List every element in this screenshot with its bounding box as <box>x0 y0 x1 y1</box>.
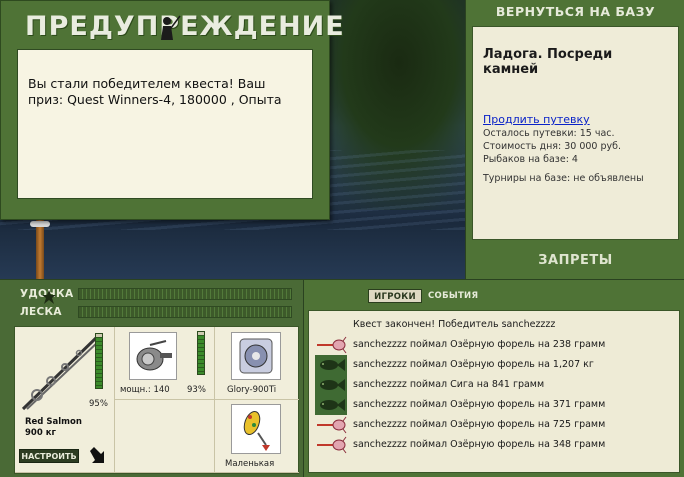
star-icon <box>42 290 56 304</box>
event-row: sanchezzzz поймал Озёрную форель на 725 … <box>309 415 679 435</box>
base-panel: ВЕРНУТЬСЯ НА БАЗУ Ладога. Посреди камней… <box>465 0 684 279</box>
anglers-count: Рыбаков на базе: 4 <box>483 154 578 165</box>
event-row: sanchezzzz поймал Озёрную форель на 1,20… <box>309 355 679 375</box>
reel-power: мощн.: 140 <box>120 385 170 395</box>
line-meter-label: ЛЕСКА <box>20 306 62 318</box>
gear-panel: УДОЧКА ЛЕСКА 95% Red Salmon 900 кг НАСТР… <box>0 279 303 477</box>
line-thumbnail <box>231 332 281 380</box>
reel-durability-percent: 93% <box>187 385 206 395</box>
fisherman-icon <box>161 15 181 40</box>
lure-icon <box>315 415 347 435</box>
warning-dialog: ПРЕДУПРЕЖДЕНИЕ Вы стали победителем квес… <box>0 0 344 220</box>
rod-tension-meter: УДОЧКА <box>0 286 303 304</box>
rod-in-scene <box>30 215 50 279</box>
event-log: Квест закончен! Победитель sanchezzzz san… <box>308 310 680 473</box>
fish-icon <box>315 395 347 415</box>
event-text: sanchezzzz поймал Сига на 841 грамм <box>353 379 545 390</box>
warning-title: ПРЕДУПРЕЖДЕНИЕ <box>25 11 345 42</box>
line-meter-bar <box>78 306 292 318</box>
rod-durability-gauge <box>95 333 103 389</box>
extend-permit-link[interactable]: Продлить путевку <box>483 113 590 126</box>
tab-events[interactable]: СОБЫТИЯ <box>428 289 478 303</box>
lure-slot[interactable]: Маленькая <box>215 400 299 473</box>
spinner-lure-icon <box>243 410 270 451</box>
lure-name: Маленькая <box>225 459 275 469</box>
lure-icon <box>315 435 347 455</box>
base-info-card: Ладога. Посреди камней Продлить путевку … <box>472 26 679 240</box>
arrow-down-right-icon[interactable] <box>88 447 106 465</box>
event-text: sanchezzzz поймал Озёрную форель на 238 … <box>353 339 606 350</box>
base-name: Ладога. Посреди камней <box>483 47 613 77</box>
line-name: Glory-900Ti <box>227 385 277 395</box>
lure-icon <box>315 335 347 355</box>
bans-button[interactable]: ЗАПРЕТЫ <box>466 250 684 272</box>
reel-icon <box>136 340 172 371</box>
reel-slot[interactable]: мощн.: 140 93% <box>115 327 215 400</box>
events-panel: ИГРОКИ СОБЫТИЯ Квест закончен! Победител… <box>303 279 684 477</box>
rod-name: Red Salmon 900 кг <box>25 417 82 439</box>
line-tension-meter: ЛЕСКА <box>0 304 303 320</box>
event-row: sanchezzzz поймал Сига на 841 грамм <box>309 375 679 395</box>
rod-model: Red Salmon <box>25 417 82 427</box>
event-text: Квест закончен! Победитель sanchezzzz <box>353 319 556 330</box>
setup-button[interactable]: НАСТРОИТЬ <box>19 449 79 463</box>
event-row: Квест закончен! Победитель sanchezzzz <box>309 315 679 335</box>
gear-grid: 95% Red Salmon 900 кг НАСТРОИТЬ мощн.: 1… <box>14 326 299 474</box>
event-row: sanchezzzz поймал Озёрную форель на 348 … <box>309 435 679 455</box>
tab-players[interactable]: ИГРОКИ <box>368 289 422 303</box>
event-text: sanchezzzz поймал Озёрную форель на 725 … <box>353 419 606 430</box>
event-row: sanchezzzz поймал Озёрную форель на 238 … <box>309 335 679 355</box>
fishing-line-spool-icon <box>239 338 273 374</box>
permit-remaining: Осталось путевки: 15 час. <box>483 128 615 139</box>
fish-icon <box>315 355 347 375</box>
reel-thumbnail <box>129 332 177 380</box>
event-text: sanchezzzz поймал Озёрную форель на 1,20… <box>353 359 594 370</box>
reel-durability-gauge <box>197 331 205 375</box>
warning-message: Вы стали победителем квеста! Ваш приз: Q… <box>17 49 313 199</box>
game-screen: ПРЕДУПРЕЖДЕНИЕ Вы стали победителем квес… <box>0 0 684 477</box>
event-text: sanchezzzz поймал Озёрную форель на 371 … <box>353 399 606 410</box>
return-to-base-button[interactable]: ВЕРНУТЬСЯ НА БАЗУ <box>466 0 684 24</box>
event-text: sanchezzzz поймал Озёрную форель на 348 … <box>353 439 606 450</box>
tournaments-status: Турниры на базе: не объявлены <box>483 173 644 184</box>
event-row: sanchezzzz поймал Озёрную форель на 371 … <box>309 395 679 415</box>
rod-durability-percent: 95% <box>89 399 108 409</box>
line-slot[interactable]: Glory-900Ti <box>215 327 299 400</box>
rod-meter-bar <box>78 288 292 300</box>
rod-slot[interactable]: 95% Red Salmon 900 кг НАСТРОИТЬ <box>15 327 115 473</box>
empty-slot[interactable] <box>115 400 215 473</box>
day-cost: Стоимость дня: 30 000 руб. <box>483 141 622 152</box>
fish-icon <box>315 375 347 395</box>
lure-thumbnail <box>231 404 281 454</box>
rod-max-weight: 900 кг <box>25 428 56 438</box>
